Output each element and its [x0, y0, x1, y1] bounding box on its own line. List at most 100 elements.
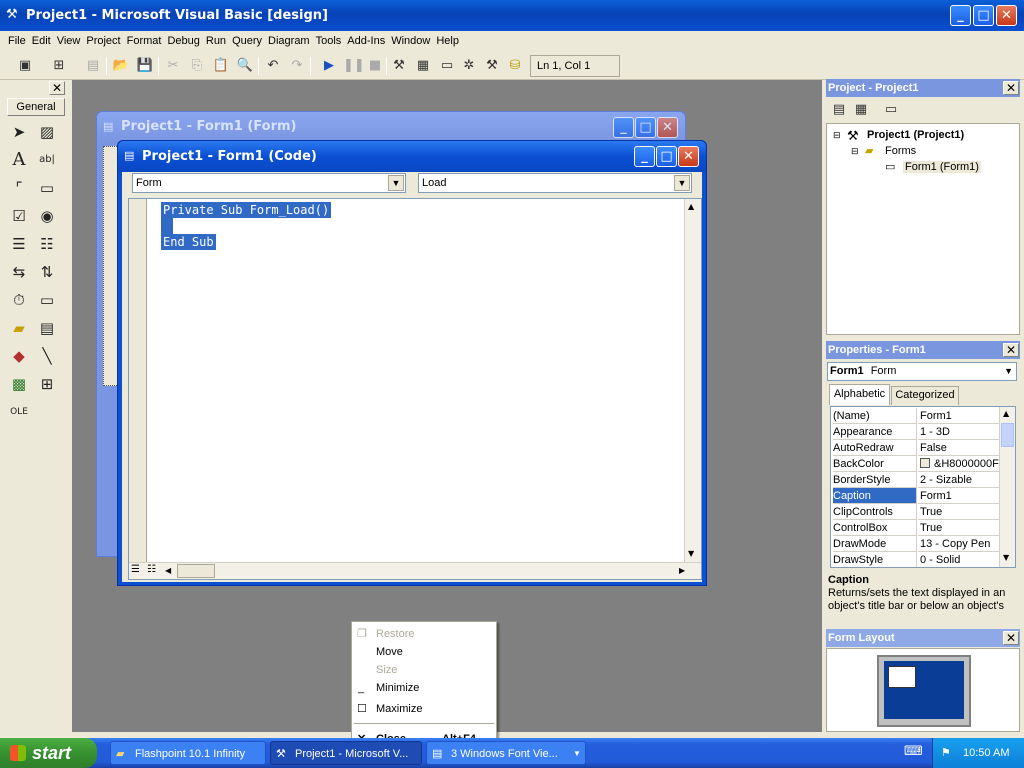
maximize-button[interactable]: □: [973, 5, 994, 26]
property-row[interactable]: Appearance 1 - 3D: [831, 424, 999, 440]
property-row[interactable]: BorderStyle 2 - Sizable: [831, 472, 999, 488]
menu-edit[interactable]: Edit: [29, 31, 54, 52]
network-icon[interactable]: ⚑: [941, 738, 951, 768]
procedure-view-icon[interactable]: ☰: [131, 564, 140, 575]
find-icon[interactable]: 🔍: [236, 57, 254, 75]
cut-icon[interactable]: ✂: [164, 57, 182, 75]
add-project-icon[interactable]: ▣: [16, 57, 34, 75]
menu-project[interactable]: Project: [83, 31, 123, 52]
scroll-up-icon[interactable]: ▲: [688, 202, 694, 211]
timer-icon[interactable]: ⏱: [8, 289, 30, 311]
picturebox-icon[interactable]: ▨: [36, 121, 58, 143]
tab-categorized[interactable]: Categorized: [891, 386, 959, 405]
property-row[interactable]: BackColor &H8000000F: [831, 456, 999, 472]
chevron-down-icon[interactable]: ▼: [1004, 363, 1013, 380]
code-window[interactable]: Project1 - Form1 (Code) ▤ _ □ ✕ Form ▼ L…: [117, 140, 707, 586]
ole-icon[interactable]: OLE: [8, 401, 30, 423]
drivelistbox-icon[interactable]: ▭: [36, 289, 58, 311]
scroll-right-icon[interactable]: ▶: [679, 566, 685, 575]
toolbox-general-tab[interactable]: General: [7, 98, 65, 116]
menu-tools[interactable]: Tools: [313, 31, 345, 52]
scroll-down-icon[interactable]: ▼: [1003, 553, 1009, 562]
open-icon[interactable]: 📂: [112, 57, 130, 75]
tree-toggle-icon[interactable]: ⊟: [851, 146, 859, 157]
filelistbox-icon[interactable]: ▤: [36, 317, 58, 339]
property-value[interactable]: 0 - Solid: [918, 552, 999, 567]
main-title-bar[interactable]: ⚒ Project1 - Microsoft Visual Basic [des…: [0, 0, 1024, 31]
frame-icon[interactable]: ⌜: [8, 177, 30, 199]
menu-debug[interactable]: Debug: [164, 31, 202, 52]
procedure-combo[interactable]: Load ▼: [418, 173, 692, 193]
properties-window-icon[interactable]: ▦: [414, 57, 432, 75]
clock[interactable]: 10:50 AM: [963, 738, 1009, 768]
copy-icon[interactable]: ⎘: [188, 57, 206, 75]
data-view-icon[interactable]: ⛁: [506, 57, 524, 75]
redo-icon[interactable]: ↷: [288, 57, 306, 75]
menu-item-restore[interactable]: ❐ Restore: [352, 625, 496, 643]
property-row[interactable]: AutoRedraw False: [831, 440, 999, 456]
property-value[interactable]: True: [918, 504, 999, 520]
properties-scrollbar[interactable]: ▲ ▼: [999, 407, 1015, 567]
scroll-thumb[interactable]: [1001, 423, 1014, 447]
form-layout-icon[interactable]: ▭: [438, 57, 456, 75]
optionbutton-icon[interactable]: ◉: [36, 205, 58, 227]
dirlistbox-icon[interactable]: ▰: [8, 317, 30, 339]
property-value[interactable]: 13 - Copy Pen: [918, 536, 999, 552]
property-row[interactable]: (Name) Form1: [831, 408, 999, 424]
form-close-button[interactable]: ✕: [657, 117, 678, 138]
property-value[interactable]: 1 - 3D: [918, 424, 999, 440]
menu-item-minimize[interactable]: _ Minimize: [352, 679, 496, 697]
keyboard-icon[interactable]: ⌨: [904, 744, 923, 759]
scroll-thumb[interactable]: [177, 564, 215, 578]
combobox-icon[interactable]: ☰: [8, 233, 30, 255]
property-value[interactable]: Form1: [918, 408, 999, 424]
label-icon[interactable]: A: [8, 149, 30, 171]
end-icon[interactable]: ■: [366, 57, 384, 75]
form-minimize-button[interactable]: _: [613, 117, 634, 138]
listbox-icon[interactable]: ☷: [36, 233, 58, 255]
toggle-folders-icon[interactable]: ▭: [882, 101, 900, 119]
checkbox-icon[interactable]: ☑: [8, 205, 30, 227]
menu-item-move[interactable]: Move: [352, 643, 496, 661]
property-row[interactable]: ControlBox True: [831, 520, 999, 536]
chevron-down-icon[interactable]: ▼: [674, 175, 690, 191]
properties-panel-close-button[interactable]: ✕: [1003, 343, 1019, 357]
data-control-icon[interactable]: ⊞: [36, 373, 58, 395]
form-position-preview[interactable]: [888, 666, 916, 688]
task-font-viewer[interactable]: ▤ 3 Windows Font Vie... ▼: [426, 741, 586, 765]
project-panel-close-button[interactable]: ✕: [1003, 81, 1019, 95]
scroll-down-icon[interactable]: ▼: [688, 549, 694, 558]
property-row[interactable]: ClipControls True: [831, 504, 999, 520]
tree-toggle-icon[interactable]: ⊟: [833, 130, 841, 141]
menu-window[interactable]: Window: [388, 31, 433, 52]
view-code-icon[interactable]: ▤: [830, 101, 848, 119]
object-combo[interactable]: Form ▼: [132, 173, 406, 193]
task-visual-basic[interactable]: ⚒ Project1 - Microsoft V...: [270, 741, 422, 765]
start-button[interactable]: start: [0, 738, 97, 768]
menu-item-maximize[interactable]: ☐ Maximize: [352, 700, 496, 718]
code-line[interactable]: End Sub: [161, 234, 216, 250]
shape-icon[interactable]: ◆: [8, 345, 30, 367]
property-value[interactable]: False: [918, 440, 999, 456]
menu-file[interactable]: File: [5, 31, 29, 52]
code-maximize-button[interactable]: □: [656, 146, 677, 167]
line-icon[interactable]: ╲: [36, 345, 58, 367]
menu-run[interactable]: Run: [203, 31, 229, 52]
property-value[interactable]: 2 - Sizable: [918, 472, 999, 488]
project-explorer-icon[interactable]: ⚒: [390, 57, 408, 75]
tree-item-form1[interactable]: Form1 (Form1): [903, 161, 981, 173]
form-layout-close-button[interactable]: ✕: [1003, 631, 1019, 645]
property-row-selected[interactable]: Caption Form1: [831, 488, 999, 504]
menu-format[interactable]: Format: [124, 31, 165, 52]
hscrollbar-icon[interactable]: ⇆: [8, 261, 30, 283]
commandbutton-icon[interactable]: ▭: [36, 177, 58, 199]
scroll-left-icon[interactable]: ◀: [165, 566, 171, 575]
object-browser-icon[interactable]: ✲: [460, 57, 478, 75]
save-icon[interactable]: 💾: [136, 57, 154, 75]
pointer-icon[interactable]: ➤: [8, 121, 30, 143]
code-line[interactable]: [161, 218, 173, 234]
horizontal-scrollbar[interactable]: ☰ ☷ ◀ ▶: [129, 562, 701, 579]
property-value[interactable]: Form1: [918, 488, 999, 504]
menu-help[interactable]: Help: [433, 31, 462, 52]
menu-view[interactable]: View: [54, 31, 84, 52]
